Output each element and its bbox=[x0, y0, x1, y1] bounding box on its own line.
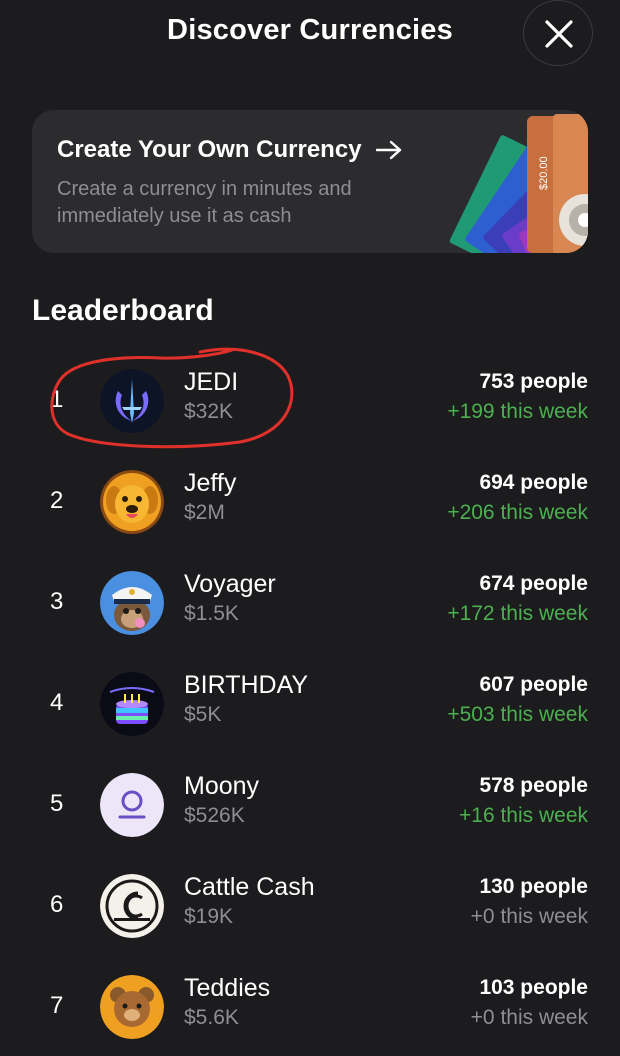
moon-symbol-icon bbox=[100, 773, 164, 837]
jedi-order-icon bbox=[100, 369, 164, 433]
currency-name: Moony bbox=[184, 772, 260, 800]
currency-name: Teddies bbox=[184, 974, 271, 1002]
weekly-change: +16 this week bbox=[459, 804, 588, 827]
currency-name: Voyager bbox=[184, 570, 276, 598]
rank-number: 3 bbox=[50, 588, 64, 615]
people-count: 130 people bbox=[479, 875, 588, 898]
currency-value: $1.5K bbox=[184, 602, 239, 625]
weekly-change: +199 this week bbox=[447, 400, 588, 423]
birthday-cake-icon bbox=[100, 672, 164, 736]
currency-value: $19K bbox=[184, 905, 234, 928]
currency-value: $5K bbox=[184, 703, 222, 726]
create-currency-title: Create Your Own Currency bbox=[57, 136, 362, 163]
leaderboard-row-voyager[interactable]: 3 Voyager $1.5K 674 people +172 this wee… bbox=[0, 556, 620, 652]
rank-number: 4 bbox=[50, 689, 64, 716]
currency-name: Cattle Cash bbox=[184, 873, 315, 901]
people-count: 578 people bbox=[479, 774, 588, 797]
people-count: 694 people bbox=[479, 471, 588, 494]
currency-name: Jeffy bbox=[184, 469, 237, 497]
leaderboard-row-moony[interactable]: 5 Moony $526K 578 people +16 this week bbox=[0, 758, 620, 854]
rank-number: 6 bbox=[50, 891, 64, 918]
currency-value: $32K bbox=[184, 400, 234, 423]
rank-number: 1 bbox=[50, 386, 64, 413]
rank-number: 7 bbox=[50, 992, 64, 1019]
create-currency-card[interactable]: Create Your Own Currency Create a curren… bbox=[32, 110, 588, 253]
close-button[interactable] bbox=[523, 0, 593, 66]
currency-name: JEDI bbox=[184, 368, 239, 396]
rank-number: 5 bbox=[50, 790, 64, 817]
close-icon bbox=[545, 20, 573, 48]
dog-icon bbox=[100, 470, 164, 534]
leaderboard-row-jedi[interactable]: 1 JEDI $32K 753 people +199 this week bbox=[0, 354, 620, 450]
people-count: 753 people bbox=[479, 370, 588, 393]
leaderboard-title: Leaderboard bbox=[32, 294, 214, 327]
people-count: 103 people bbox=[479, 976, 588, 999]
leaderboard-row-cattle-cash[interactable]: 6 Cattle Cash $19K 130 people +0 this we… bbox=[0, 859, 620, 955]
people-count: 607 people bbox=[479, 673, 588, 696]
people-count: 674 people bbox=[479, 572, 588, 595]
currency-value: $526K bbox=[184, 804, 245, 827]
leaderboard-row-birthday[interactable]: 4 BIRTHDAY $5K 607 people +503 this week bbox=[0, 657, 620, 753]
leaderboard-row-jeffy[interactable]: 2 Jeffy $2M 694 people +206 this week bbox=[0, 455, 620, 551]
arrow-right-icon bbox=[375, 140, 401, 160]
weekly-change: +0 this week bbox=[470, 1006, 588, 1029]
teddy-bear-icon bbox=[100, 975, 164, 1039]
cattle-cash-logo-icon bbox=[100, 874, 164, 938]
weekly-change: +206 this week bbox=[447, 501, 588, 524]
currency-value: $2M bbox=[184, 501, 225, 524]
weekly-change: +503 this week bbox=[447, 703, 588, 726]
leaderboard-row-teddies[interactable]: 7 Teddies $5.6K 103 people +0 this week bbox=[0, 960, 620, 1056]
currency-value: $5.6K bbox=[184, 1006, 239, 1029]
captain-ape-icon bbox=[100, 571, 164, 635]
bill-label: $20.00 bbox=[538, 156, 550, 190]
weekly-change: +172 this week bbox=[447, 602, 588, 625]
weekly-change: +0 this week bbox=[470, 905, 588, 928]
currency-bills-illustration: $20.00 bbox=[449, 114, 588, 253]
currency-name: BIRTHDAY bbox=[184, 671, 309, 699]
rank-number: 2 bbox=[50, 487, 64, 514]
create-currency-subtitle: Create a currency in minutes and immedia… bbox=[57, 178, 352, 227]
